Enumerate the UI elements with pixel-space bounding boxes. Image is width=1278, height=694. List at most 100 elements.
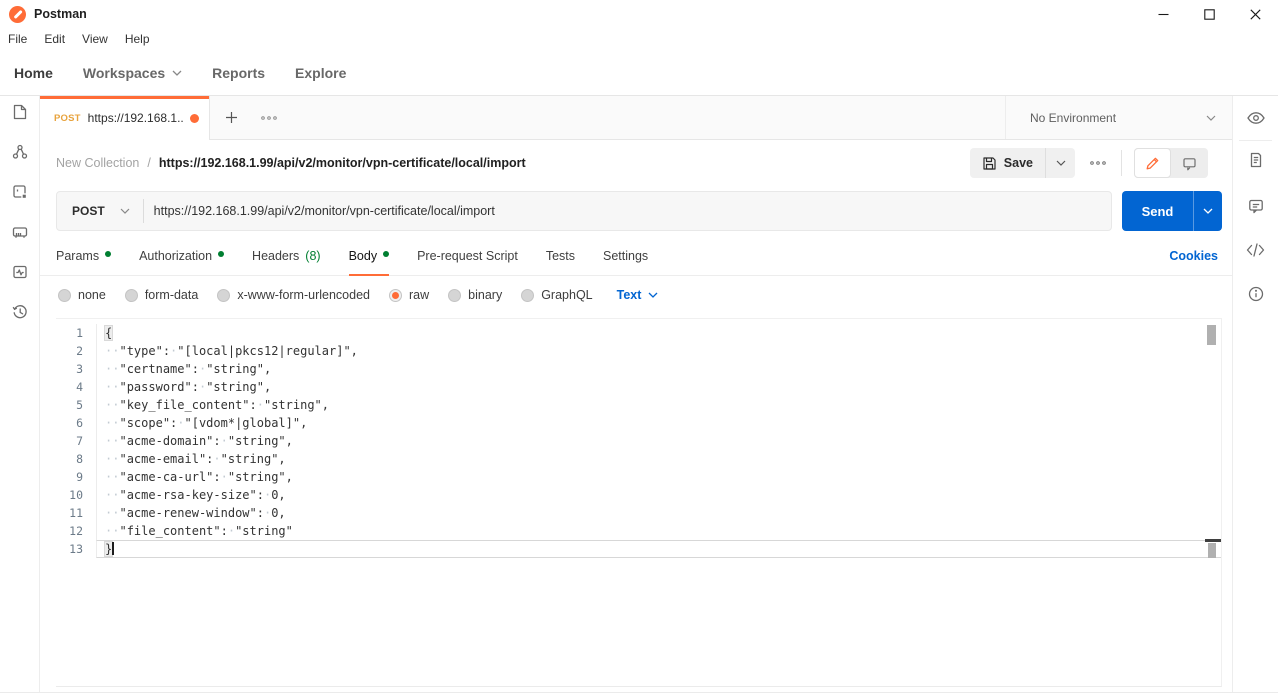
titlebar: Postman <box>0 0 1278 28</box>
tab-headers[interactable]: Headers(8) <box>252 236 321 275</box>
menu-file[interactable]: File <box>8 32 38 46</box>
breadcrumb-request-title[interactable]: https://192.168.1.99/api/v2/monitor/vpn-… <box>159 156 526 170</box>
format-selector[interactable]: Text <box>617 288 659 302</box>
editor-line[interactable]: 1{ <box>56 324 1221 342</box>
environment-selected: No Environment <box>1030 111 1206 125</box>
line-number: 8 <box>56 450 96 468</box>
tab-settings[interactable]: Settings <box>603 236 648 275</box>
comment-icon <box>1182 156 1197 171</box>
body-type-none[interactable]: none <box>58 288 106 302</box>
line-number: 12 <box>56 522 96 540</box>
editor-line[interactable]: 7··"acme-domain":·"string", <box>56 432 1221 450</box>
line-number: 13 <box>56 540 96 558</box>
line-number: 6 <box>56 414 96 432</box>
menu-view[interactable]: View <box>82 32 119 46</box>
chevron-down-icon <box>172 70 182 76</box>
info-icon[interactable] <box>1247 285 1265 303</box>
editor-line[interactable]: 11··"acme-renew-window":·0, <box>56 504 1221 522</box>
tab-bar: POST https://192.168.1.... No Environmen… <box>40 96 1232 140</box>
send-options-chevron[interactable] <box>1193 191 1222 231</box>
nav-reports[interactable]: Reports <box>212 65 265 81</box>
radio-icon <box>125 289 138 302</box>
editor-line[interactable]: 12··"file_content":·"string" <box>56 522 1221 540</box>
documentation-icon[interactable] <box>1247 151 1265 169</box>
menu-bar: File Edit View Help <box>0 28 1278 50</box>
editor-line[interactable]: 2··"type":·"[local|pkcs12|regular]", <box>56 342 1221 360</box>
tab-authorization[interactable]: Authorization <box>139 236 224 275</box>
headers-count: (8) <box>305 249 320 263</box>
nav-workspaces[interactable]: Workspaces <box>83 65 182 81</box>
body-type-form-data[interactable]: form-data <box>125 288 199 302</box>
menu-edit[interactable]: Edit <box>44 32 76 46</box>
editor-scrollbar-thumb[interactable] <box>1207 325 1216 345</box>
method-label: POST <box>72 204 105 218</box>
apis-icon[interactable] <box>11 143 29 161</box>
breadcrumb-separator: / <box>147 156 150 170</box>
editor-lines: 1{2··"type":·"[local|pkcs12|regular]",3·… <box>56 319 1221 558</box>
chevron-down-icon <box>648 292 658 298</box>
nav-home[interactable]: Home <box>14 65 53 81</box>
editor-line[interactable]: 10··"acme-rsa-key-size":·0, <box>56 486 1221 504</box>
more-dots-icon <box>1090 161 1106 165</box>
comments-icon[interactable] <box>1247 197 1265 215</box>
line-number: 4 <box>56 378 96 396</box>
request-more-actions-button[interactable] <box>1090 161 1106 165</box>
line-number: 1 <box>56 324 96 342</box>
body-type-binary[interactable]: binary <box>448 288 502 302</box>
editor-line[interactable]: 9··"acme-ca-url":·"string", <box>56 468 1221 486</box>
edit-mode-button[interactable] <box>1134 148 1171 178</box>
tab-body[interactable]: Body <box>349 236 390 275</box>
breadcrumb-collection[interactable]: New Collection <box>56 156 139 170</box>
chevron-down-icon <box>1056 160 1066 166</box>
body-editor[interactable]: 1{2··"type":·"[local|pkcs12|regular]",3·… <box>56 318 1222 687</box>
line-number: 7 <box>56 432 96 450</box>
green-dot <box>218 251 224 257</box>
collections-icon[interactable] <box>11 103 29 121</box>
nav-explore[interactable]: Explore <box>295 65 346 81</box>
send-button[interactable]: Send <box>1122 191 1222 231</box>
tab-tests[interactable]: Tests <box>546 236 575 275</box>
text-caret <box>112 542 114 555</box>
cookies-link[interactable]: Cookies <box>1169 249 1218 263</box>
save-options-chevron[interactable] <box>1045 148 1075 178</box>
radio-icon <box>217 289 230 302</box>
editor-line[interactable]: 5··"key_file_content":·"string", <box>56 396 1221 414</box>
tab-pre-request-script[interactable]: Pre-request Script <box>417 236 518 275</box>
tab-method-badge: POST <box>54 113 81 124</box>
body-type-raw[interactable]: raw <box>389 288 429 302</box>
editor-line[interactable]: 4··"password":·"string", <box>56 378 1221 396</box>
left-sidebar <box>0 96 40 692</box>
environment-quick-look[interactable] <box>1233 96 1278 140</box>
request-tab[interactable]: POST https://192.168.1.... <box>40 96 210 140</box>
environments-icon[interactable] <box>11 183 29 201</box>
code-icon[interactable] <box>1246 243 1265 257</box>
tab-params[interactable]: Params <box>56 236 111 275</box>
editor-line[interactable]: 6··"scope":·"[vdom*|global]", <box>56 414 1221 432</box>
url-input[interactable]: https://192.168.1.99/api/v2/monitor/vpn-… <box>144 204 495 218</box>
comment-mode-button[interactable] <box>1171 148 1208 178</box>
editor-line[interactable]: 3··"certname":·"string", <box>56 360 1221 378</box>
save-button[interactable]: Save <box>970 148 1075 178</box>
minimize-button[interactable] <box>1140 0 1186 28</box>
request-config-tabs: Params Authorization Headers(8) Body Pre-req… <box>40 236 1232 276</box>
new-tab-button[interactable] <box>210 96 252 139</box>
environment-selector[interactable]: No Environment <box>1005 96 1232 139</box>
body-type-selector: none form-data x-www-form-urlencoded raw bin… <box>40 276 1232 314</box>
menu-help[interactable]: Help <box>125 32 161 46</box>
body-type-x-www-form-urlencoded[interactable]: x-www-form-urlencoded <box>217 288 370 302</box>
history-icon[interactable] <box>11 303 29 321</box>
chevron-down-icon <box>1203 208 1213 214</box>
chevron-down-icon <box>1206 115 1216 121</box>
body-type-graphql[interactable]: GraphQL <box>521 288 592 302</box>
close-button[interactable] <box>1232 0 1278 28</box>
main-nav: Home Workspaces Reports Explore <box>14 50 346 95</box>
monitors-icon[interactable] <box>11 263 29 281</box>
editor-line[interactable]: 13} <box>56 540 1221 558</box>
method-selector[interactable]: POST <box>57 204 143 218</box>
editor-line[interactable]: 8··"acme-email":·"string", <box>56 450 1221 468</box>
send-label[interactable]: Send <box>1122 191 1193 231</box>
maximize-button[interactable] <box>1186 0 1232 28</box>
radio-icon <box>521 289 534 302</box>
tab-options-button[interactable] <box>252 96 286 139</box>
mock-servers-icon[interactable] <box>11 223 29 241</box>
